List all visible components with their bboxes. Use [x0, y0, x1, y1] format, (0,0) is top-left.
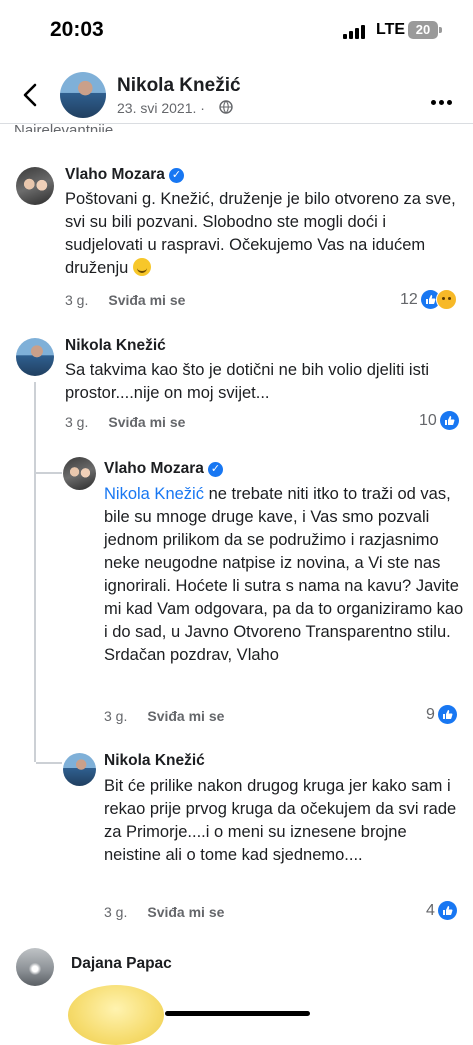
comment-body: ne trebate niti itko to traži od vas, bi… [104, 485, 464, 664]
comment-age[interactable]: 3 g. [65, 414, 88, 430]
status-time: 20:03 [50, 18, 104, 41]
like-button[interactable]: Sviđa mi se [108, 292, 185, 308]
thread-connector [36, 472, 62, 474]
like-reaction-icon [437, 901, 457, 920]
comment-author[interactable]: Vlaho Mozara ✓ [104, 460, 223, 478]
reaction-number: 12 [400, 290, 418, 308]
post-author-avatar[interactable] [60, 72, 106, 118]
thread-connector [36, 762, 62, 764]
sad-reaction-icon [435, 289, 457, 310]
back-arrow-icon[interactable] [16, 80, 46, 110]
comment-author-name[interactable]: Nikola Knežić [104, 752, 205, 770]
comment-age[interactable]: 3 g. [65, 292, 88, 308]
avatar[interactable] [16, 948, 54, 986]
comment-author-name[interactable]: Nikola Knežić [65, 337, 166, 355]
home-indicator [165, 1011, 310, 1016]
comment-author-name[interactable]: Dajana Papac [71, 955, 172, 973]
avatar[interactable] [16, 338, 54, 376]
comment-text: Nikola Knežić ne trebate niti itko to tr… [104, 483, 464, 667]
comment-text: Sa takvima kao što je dotični ne bih vol… [65, 361, 430, 402]
comment-age[interactable]: 3 g. [104, 708, 127, 724]
like-reaction-icon [439, 411, 459, 430]
sticker-image [68, 985, 164, 1045]
verified-icon: ✓ [207, 462, 223, 477]
avatar[interactable] [16, 167, 54, 205]
thread-line [34, 382, 36, 762]
avatar[interactable] [63, 457, 96, 490]
comment-text: Poštovani g. Knežić, druženje je bilo ot… [65, 188, 460, 280]
like-button[interactable]: Sviđa mi se [147, 708, 224, 724]
comment-author-name[interactable]: Vlaho Mozara [65, 166, 165, 183]
comment-meta: 3 g. Sviđa mi se [104, 708, 224, 724]
comment-meta: 3 g. Sviđa mi se [65, 292, 185, 308]
comment-author[interactable]: Vlaho Mozara ✓ [65, 166, 184, 184]
reaction-number: 4 [426, 901, 435, 919]
comment-age[interactable]: 3 g. [104, 904, 127, 920]
reaction-number: 10 [419, 411, 437, 429]
sort-filter[interactable]: Najrelevantnije [14, 122, 113, 132]
network-label: LTE [376, 21, 406, 38]
reaction-count[interactable]: 9 [426, 705, 457, 724]
mention-link[interactable]: Nikola Knežić [104, 485, 204, 503]
like-button[interactable]: Sviđa mi se [147, 904, 224, 920]
status-bar: 20:03 LTE 20 [0, 0, 473, 58]
signal-icon [343, 25, 365, 39]
post-date[interactable]: 23. svi 2021. · [117, 100, 205, 116]
globe-icon [219, 100, 233, 114]
reaction-count[interactable]: 4 [426, 901, 457, 920]
comment-author-name[interactable]: Vlaho Mozara [104, 460, 204, 477]
smile-emoji-icon [132, 258, 151, 276]
comment-meta: 3 g. Sviđa mi se [65, 414, 185, 430]
like-button[interactable]: Sviđa mi se [108, 414, 185, 430]
comment-text: Bit će prilike nakon drugog kruga jer ka… [104, 777, 457, 864]
avatar[interactable] [63, 753, 96, 786]
verified-icon: ✓ [168, 168, 184, 183]
comment-body: Poštovani g. Knežić, druženje je bilo ot… [65, 190, 456, 277]
comment-meta: 3 g. Sviđa mi se [104, 904, 224, 920]
post-author-name[interactable]: Nikola Knežić [117, 75, 241, 97]
reaction-count[interactable]: 12 [400, 289, 457, 310]
reaction-number: 9 [426, 705, 435, 723]
battery-icon: 20 [408, 21, 442, 39]
like-reaction-icon [437, 705, 457, 724]
more-options-icon[interactable] [431, 92, 455, 110]
reaction-count[interactable]: 10 [419, 411, 459, 430]
